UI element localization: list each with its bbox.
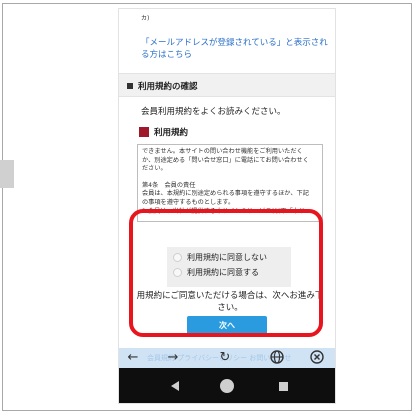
terms-line: か、別途定める「問い合せ窓口」に電話にてお問い合わせく (142, 156, 309, 164)
arrow-right-icon[interactable]: → (165, 350, 181, 366)
section-header: 利用規約の確認 (119, 73, 335, 97)
section-title: 利用規約の確認 (138, 82, 198, 92)
registered-email-link[interactable]: 「メールアドレスが登録されている」と表示される方はこちら (141, 37, 331, 61)
browser-toolbar: 会員規約 プライバシーポリシー お問い合わせ ← → ↻ (119, 348, 335, 368)
terms-line: 会員は、本規約に別途定められる事項を遵守するほか、下記 (142, 190, 309, 198)
intro-text: 会員利用規約をよくお読みください。 (141, 107, 286, 117)
red-square-icon (139, 127, 149, 137)
recents-square-icon[interactable] (279, 382, 288, 391)
reload-icon[interactable]: ↻ (217, 350, 233, 366)
android-nav-bar (119, 368, 335, 403)
terms-line: ださい。 (142, 165, 167, 173)
side-tab (0, 160, 14, 188)
terms-line: できません。本サイトの問い合わせ機能をご利用いただく (142, 148, 303, 155)
highlight-outline (129, 209, 323, 337)
back-triangle-icon[interactable] (171, 381, 179, 391)
terms-line: の事項を遵守するものとします。 (142, 198, 235, 206)
square-bullet-icon (127, 83, 133, 89)
cut-off-text: カ) (141, 15, 150, 22)
home-circle-icon[interactable] (220, 379, 234, 393)
arrow-left-icon[interactable]: ← (125, 350, 141, 366)
terms-title: 利用規約 (154, 128, 189, 138)
phone-screen: カ) 「メールアドレスが登録されている」と表示される方はこちら 利用規約の確認 … (118, 8, 336, 404)
close-circle-icon[interactable] (309, 350, 325, 366)
globe-icon[interactable] (269, 350, 285, 366)
